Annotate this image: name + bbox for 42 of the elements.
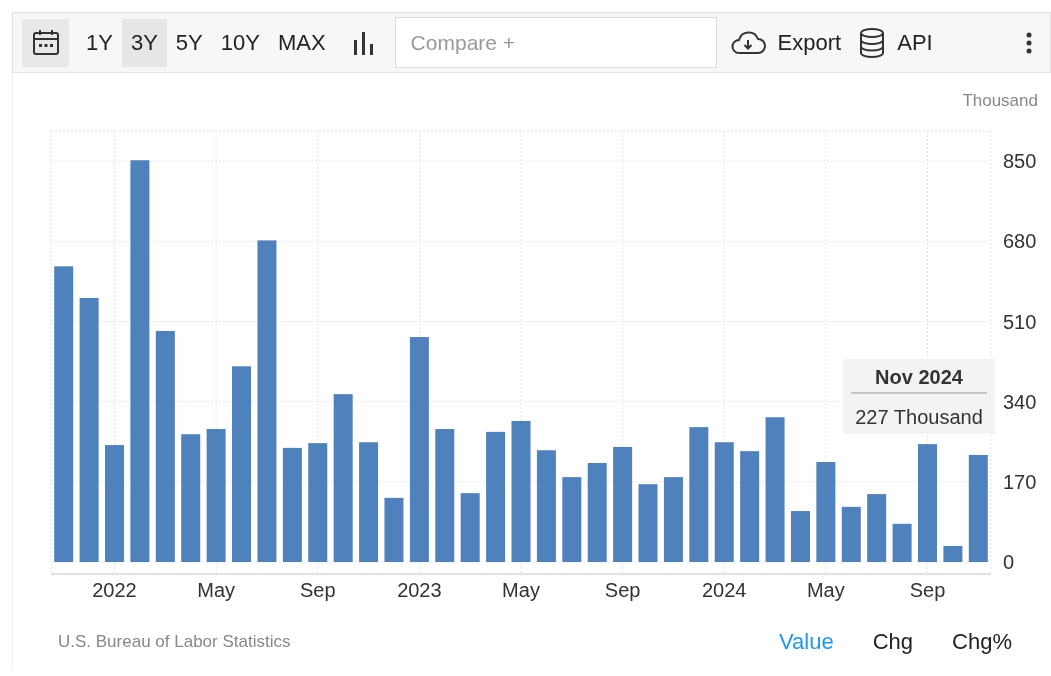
x-axis-label: 2022 (92, 579, 137, 601)
y-axis-label: 340 (1003, 390, 1037, 413)
view-tab[interactable]: Chg% (952, 629, 1012, 655)
bar (460, 493, 480, 562)
view-tab[interactable]: Chg (872, 629, 914, 655)
bar (841, 506, 861, 562)
tooltip-value: 227 Thousand (855, 406, 983, 428)
x-axis-label: 2023 (397, 579, 442, 601)
x-axis-label: 2024 (702, 579, 747, 601)
export-button[interactable]: Export (720, 18, 851, 67)
tooltip-title: Nov 2024 (875, 366, 963, 388)
y-axis-label: 510 (1003, 310, 1037, 333)
range-tab[interactable]: MAX (268, 18, 335, 67)
bar (790, 511, 810, 562)
x-axis-label: May (197, 579, 236, 601)
compare-field[interactable]: Compare + (394, 17, 717, 68)
bar (867, 494, 887, 562)
bar (384, 497, 404, 562)
y-axis-label: 0 (1003, 551, 1015, 573)
x-axis-label: May (806, 579, 845, 601)
bar (943, 545, 963, 562)
x-axis-label: Sep (299, 579, 336, 601)
range-tab[interactable]: 3Y (121, 18, 167, 67)
unit-label: Thousand (962, 91, 1038, 110)
range-tab[interactable]: 5Y (166, 18, 212, 67)
cloud-download-icon (729, 30, 766, 55)
x-axis-label: Sep (604, 579, 641, 601)
y-axis-label: 680 (1003, 230, 1037, 253)
calendar-button[interactable] (22, 18, 69, 67)
bar-chart-icon (352, 30, 375, 55)
more-vertical-icon (1026, 31, 1032, 54)
database-icon (859, 27, 886, 58)
y-axis-label: 170 (1003, 470, 1037, 493)
calendar-icon (31, 28, 60, 57)
x-axis-label: Sep (909, 579, 946, 601)
api-button[interactable]: API (850, 18, 942, 67)
x-axis-label: May (502, 579, 540, 601)
y-axis-label: 850 (1003, 150, 1037, 173)
source-text: U.S. Bureau of Labor Statistics (58, 632, 291, 652)
range-tab[interactable]: 1Y (77, 18, 122, 67)
range-tab[interactable]: 10Y (211, 18, 269, 67)
bar (892, 523, 912, 562)
